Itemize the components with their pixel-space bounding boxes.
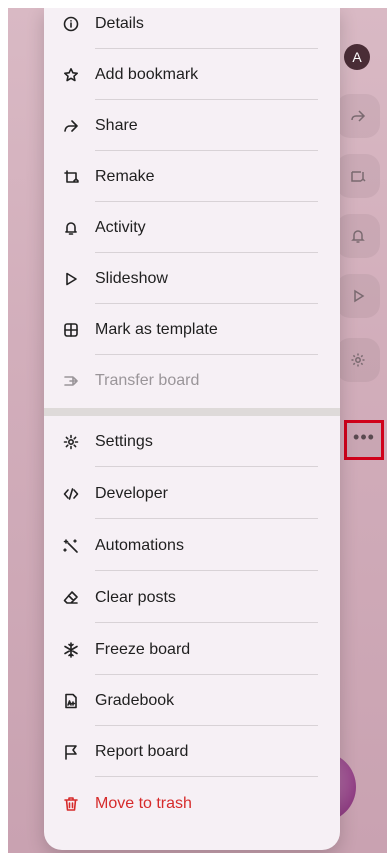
menu-separator [95,466,318,467]
menu-item-freeze-board[interactable]: Freeze board [44,624,340,675]
menu-item-label: Add bookmark [95,65,199,83]
menu-item-automations[interactable]: Automations [44,520,340,571]
gear-icon [351,353,365,367]
menu-item-label: Share [95,116,138,134]
menu-item-label: Details [95,14,144,32]
menu-item-activity[interactable]: Activity [44,202,340,253]
remake-icon [62,168,80,186]
menu-item-label: Gradebook [95,691,175,709]
info-icon [62,15,80,33]
more-options-button[interactable]: ••• [344,420,384,460]
menu-item-gradebook[interactable]: Gradebook [44,675,340,726]
menu-separator [95,776,318,777]
rail-slideshow-button[interactable] [336,274,380,318]
menu-section-divider [44,408,340,416]
menu-item-add-bookmark[interactable]: Add bookmark [44,49,340,100]
menu-item-settings[interactable]: Settings [44,416,340,467]
bell-icon [62,219,80,237]
menu-item-label: Activity [95,218,146,236]
trash-icon [62,795,80,813]
menu-item-label: Mark as template [95,320,218,338]
menu-item-label: Settings [95,432,153,450]
play-icon [62,270,80,288]
transfer-icon [62,372,80,390]
menu-item-slideshow[interactable]: Slideshow [44,253,340,304]
menu-item-label: Clear posts [95,588,176,606]
menu-item-share[interactable]: Share [44,100,340,151]
magic-wand-icon [62,537,80,555]
menu-item-label: Developer [95,484,168,502]
board-background: A ••• Details Add bookmark Share Remake … [8,8,387,853]
eraser-icon [62,589,80,607]
menu-separator [95,570,318,571]
more-dots-icon: ••• [353,427,375,447]
menu-item-details[interactable]: Details [44,8,340,49]
share-arrow-icon [351,110,366,122]
menu-item-label: Move to trash [95,794,192,812]
remake-icon [351,171,366,182]
menu-item-label: Report board [95,742,189,760]
rail-settings-button[interactable] [336,338,380,382]
menu-item-move-to-trash[interactable]: Move to trash [44,778,340,829]
menu-separator [95,622,318,623]
template-icon [62,321,80,339]
rail-activity-button[interactable] [336,214,380,258]
menu-item-mark-as-template[interactable]: Mark as template [44,304,340,355]
menu-item-label: Transfer board [95,371,200,389]
menu-item-label: Slideshow [95,269,168,287]
board-options-menu: Details Add bookmark Share Remake Activi… [44,8,340,850]
menu-item-label: Freeze board [95,640,191,658]
snowflake-icon [62,641,80,659]
menu-item-remake[interactable]: Remake [44,151,340,202]
menu-item-transfer-board: Transfer board [44,355,340,406]
rail-remake-button[interactable] [336,154,380,198]
gear-icon [62,433,80,451]
bell-icon [351,230,365,243]
gradebook-icon [62,692,80,710]
menu-item-label: Automations [95,536,184,554]
star-icon [62,66,80,84]
code-icon [62,485,80,503]
menu-item-report-board[interactable]: Report board [44,726,340,777]
menu-separator [95,518,318,519]
rail-share-button[interactable] [336,94,380,138]
share-arrow-icon [62,117,80,135]
play-icon [354,289,365,303]
menu-item-developer[interactable]: Developer [44,468,340,519]
menu-item-label: Remake [95,167,155,185]
flag-icon [62,743,80,761]
avatar[interactable]: A [344,44,370,70]
menu-item-clear-posts[interactable]: Clear posts [44,572,340,623]
